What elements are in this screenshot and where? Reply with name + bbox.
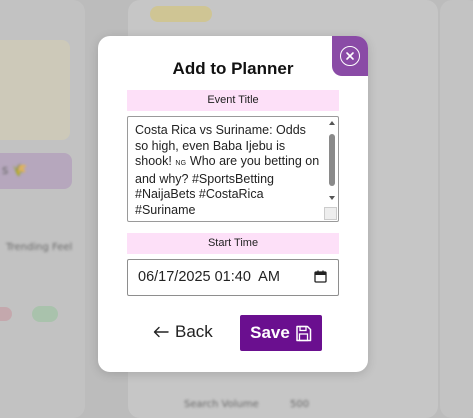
arrow-left-icon	[153, 326, 169, 338]
add-to-planner-modal: Add to Planner Event Title Costa Rica vs…	[98, 36, 368, 372]
calendar-icon[interactable]	[314, 270, 327, 283]
background-search-value: 500	[290, 399, 310, 410]
start-time-label: Start Time	[127, 233, 339, 254]
event-title-label: Event Title	[127, 90, 339, 111]
resize-handle-icon[interactable]	[324, 207, 337, 220]
event-title-textarea[interactable]: Costa Rica vs Suriname: Odds so high, ev…	[127, 116, 339, 222]
save-button[interactable]: Save	[240, 315, 322, 351]
back-button[interactable]: Back	[153, 320, 213, 344]
scroll-down-icon[interactable]	[329, 196, 335, 200]
start-time-value: 06/17/2025 01:40 AM	[138, 269, 280, 285]
textarea-scrollbar[interactable]	[328, 119, 336, 203]
background-card-far-right	[440, 0, 473, 418]
background-side-text: s 🌾	[2, 163, 28, 177]
background-highlight-box	[0, 40, 70, 140]
back-button-label: Back	[175, 322, 213, 341]
modal-title: Add to Planner	[172, 59, 294, 78]
scrollbar-thumb[interactable]	[329, 134, 335, 186]
save-button-label: Save	[250, 323, 290, 342]
nigeria-flag-icon: NG	[175, 160, 187, 167]
background-badge-green	[32, 306, 58, 322]
floppy-disk-icon	[296, 325, 312, 341]
background-trending-label: Trending Feel	[6, 242, 73, 253]
background-search-label: Search Volume	[184, 399, 259, 410]
background-tag	[150, 6, 212, 22]
scroll-up-icon[interactable]	[329, 121, 335, 125]
start-time-input[interactable]: 06/17/2025 01:40 AM	[127, 259, 339, 296]
